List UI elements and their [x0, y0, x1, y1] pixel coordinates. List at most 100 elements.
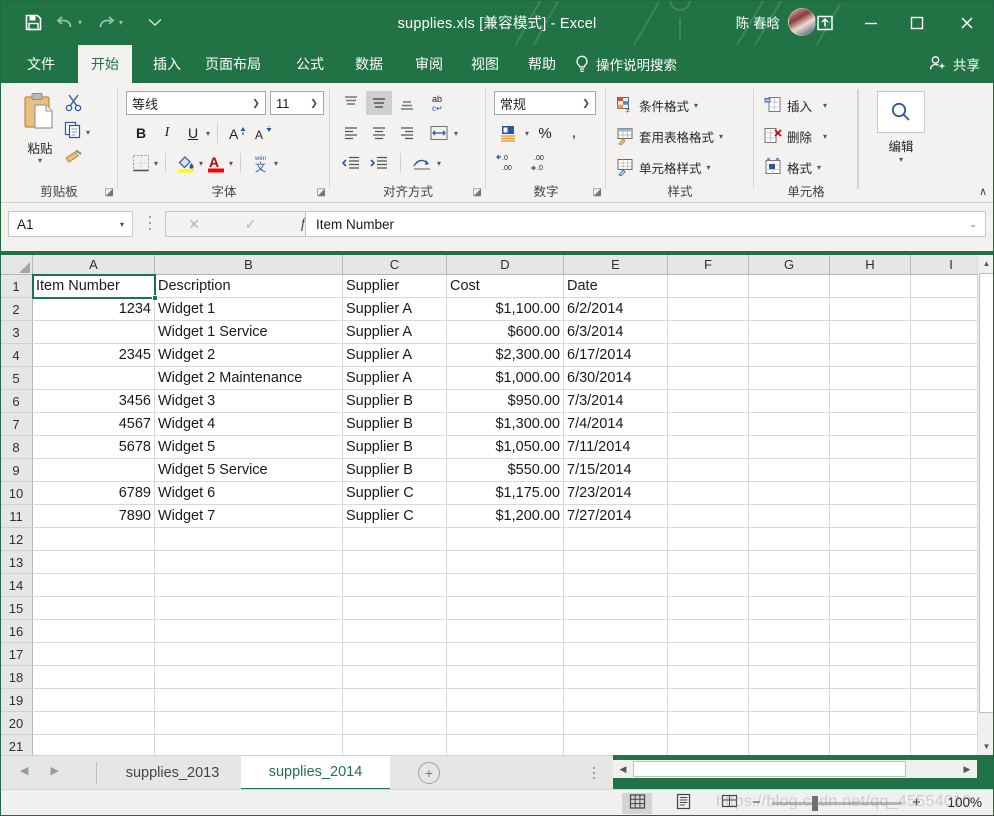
delete-cells-button[interactable]: 删除 ▾ [764, 124, 827, 148]
cell-E12[interactable] [564, 528, 668, 551]
row-header-17[interactable]: 17 [0, 643, 33, 666]
merge-center-button[interactable] [409, 151, 435, 175]
shrink-font-button[interactable]: A [251, 121, 277, 145]
decrease-indent-button[interactable] [338, 151, 364, 175]
align-right-button[interactable] [394, 121, 420, 145]
cell-D13[interactable] [447, 551, 564, 574]
delete-cells-dropdown-icon[interactable]: ▾ [823, 132, 827, 141]
editing-dropdown-icon[interactable]: ▾ [899, 155, 903, 164]
number-dialog-launcher[interactable]: ◪ [593, 187, 602, 198]
fill-handle[interactable] [152, 295, 158, 301]
tab-view[interactable]: 视图 [458, 45, 512, 83]
grow-font-button[interactable]: A [225, 121, 251, 145]
cell-H15[interactable] [830, 597, 911, 620]
cell-C9[interactable]: Supplier B [343, 459, 447, 482]
cell-D7[interactable]: $1,300.00 [447, 413, 564, 436]
cell-D20[interactable] [447, 712, 564, 735]
cell-C15[interactable] [343, 597, 447, 620]
percent-style-button[interactable]: % [532, 121, 558, 145]
zoom-slider-knob[interactable] [812, 796, 818, 811]
borders-dropdown-icon[interactable]: ▾ [154, 159, 158, 168]
column-header-F[interactable]: F [668, 255, 749, 275]
row-header-4[interactable]: 4 [0, 344, 33, 367]
cell-D3[interactable]: $600.00 [447, 321, 564, 344]
column-header-G[interactable]: G [749, 255, 830, 275]
cell-B21[interactable] [155, 735, 343, 755]
cell-F14[interactable] [668, 574, 749, 597]
number-format-dropdown-icon[interactable]: ❯ [577, 98, 595, 109]
cell-A13[interactable] [33, 551, 155, 574]
column-header-A[interactable]: A [33, 255, 155, 275]
row-header-20[interactable]: 20 [0, 712, 33, 735]
row-header-10[interactable]: 10 [0, 482, 33, 505]
cell-B14[interactable] [155, 574, 343, 597]
sheet-tab-supplies-2013[interactable]: supplies_2013 [104, 756, 241, 790]
cell-B19[interactable] [155, 689, 343, 712]
cell-D2[interactable]: $1,100.00 [447, 298, 564, 321]
bold-button[interactable]: B [128, 121, 154, 145]
close-icon[interactable] [940, 0, 994, 45]
cell-B16[interactable] [155, 620, 343, 643]
cell-E4[interactable]: 6/17/2014 [564, 344, 668, 367]
cell-G2[interactable] [749, 298, 830, 321]
copy-button[interactable]: ▾ [64, 121, 90, 144]
cell-D15[interactable] [447, 597, 564, 620]
scroll-left-icon[interactable]: ◀ [615, 761, 631, 777]
cell-H9[interactable] [830, 459, 911, 482]
select-all-corner[interactable] [0, 255, 33, 275]
cell-A16[interactable] [33, 620, 155, 643]
cell-H20[interactable] [830, 712, 911, 735]
cell-G6[interactable] [749, 390, 830, 413]
cell-C19[interactable] [343, 689, 447, 712]
cell-C12[interactable] [343, 528, 447, 551]
cell-B6[interactable]: Widget 3 [155, 390, 343, 413]
cell-E19[interactable] [564, 689, 668, 712]
cell-E6[interactable]: 7/3/2014 [564, 390, 668, 413]
cell-A4[interactable]: 2345 [33, 344, 155, 367]
row-header-14[interactable]: 14 [0, 574, 33, 597]
cell-F6[interactable] [668, 390, 749, 413]
column-header-B[interactable]: B [155, 255, 343, 275]
cell-F5[interactable] [668, 367, 749, 390]
cell-H1[interactable] [830, 275, 911, 298]
cell-D16[interactable] [447, 620, 564, 643]
cell-G16[interactable] [749, 620, 830, 643]
cell-C6[interactable]: Supplier B [343, 390, 447, 413]
cell-H7[interactable] [830, 413, 911, 436]
cell-H14[interactable] [830, 574, 911, 597]
cell-H10[interactable] [830, 482, 911, 505]
cell-B9[interactable]: Widget 5 Service [155, 459, 343, 482]
comma-style-button[interactable]: , [561, 121, 587, 145]
cell-H19[interactable] [830, 689, 911, 712]
merge-dropdown-icon[interactable]: ▾ [454, 129, 458, 138]
insert-cells-button[interactable]: 插入 ▾ [764, 93, 827, 117]
cell-D8[interactable]: $1,050.00 [447, 436, 564, 459]
row-header-7[interactable]: 7 [0, 413, 33, 436]
cell-H11[interactable] [830, 505, 911, 528]
cell-F9[interactable] [668, 459, 749, 482]
row-header-16[interactable]: 16 [0, 620, 33, 643]
name-box-dropdown-icon[interactable]: ▾ [112, 220, 132, 229]
cell-A15[interactable] [33, 597, 155, 620]
cell-G15[interactable] [749, 597, 830, 620]
tab-formulas[interactable]: 公式 [283, 45, 337, 83]
font-dialog-launcher[interactable]: ◪ [317, 187, 326, 198]
row-header-13[interactable]: 13 [0, 551, 33, 574]
clipboard-dialog-launcher[interactable]: ◪ [105, 187, 114, 198]
cell-H18[interactable] [830, 666, 911, 689]
font-color-button[interactable]: A [203, 151, 229, 175]
cell-D14[interactable] [447, 574, 564, 597]
cell-A7[interactable]: 4567 [33, 413, 155, 436]
cell-C10[interactable]: Supplier C [343, 482, 447, 505]
horizontal-scrollbar[interactable]: ◀ ▶ [613, 760, 977, 778]
scroll-down-icon[interactable]: ▼ [978, 738, 994, 755]
column-header-C[interactable]: C [343, 255, 447, 275]
cancel-formula-icon[interactable]: ✕ [188, 216, 200, 233]
cell-D1[interactable]: Cost [447, 275, 564, 298]
zoom-level-label[interactable]: 100% [947, 795, 982, 810]
cell-G17[interactable] [749, 643, 830, 666]
cell-F11[interactable] [668, 505, 749, 528]
cell-E16[interactable] [564, 620, 668, 643]
cell-C13[interactable] [343, 551, 447, 574]
cell-B7[interactable]: Widget 4 [155, 413, 343, 436]
